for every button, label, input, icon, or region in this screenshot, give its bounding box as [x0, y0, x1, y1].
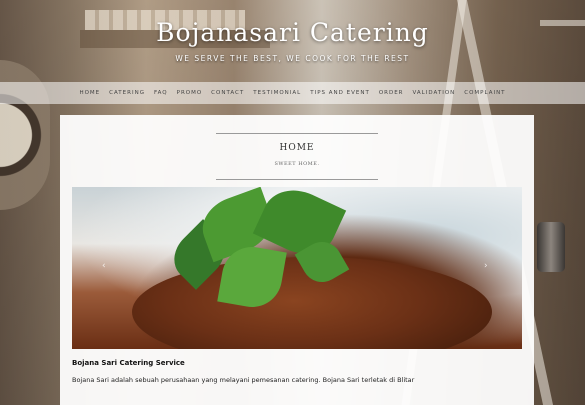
site-tagline: WE SERVE THE BEST, WE COOK FOR THE REST [175, 54, 410, 63]
nav-tips-and-event[interactable]: TIPS AND EVENT [310, 90, 370, 96]
nav-catering[interactable]: CATERING [109, 90, 145, 96]
nav-order[interactable]: ORDER [379, 90, 404, 96]
title-divider-bottom [216, 179, 378, 180]
content-text: Bojana Sari adalah sebuah perusahaan yan… [72, 376, 415, 384]
title-divider-top [216, 133, 378, 134]
page-subtitle: SWEET HOME. [274, 161, 320, 167]
slider-next-icon[interactable]: › [484, 261, 488, 271]
content-heading: Bojana Sari Catering Service [72, 359, 185, 367]
nav-home[interactable]: HOME [79, 90, 100, 96]
nav-faq[interactable]: FAQ [154, 90, 168, 96]
nav-validation[interactable]: VALIDATION [413, 90, 456, 96]
nav-complaint[interactable]: COMPLAINT [464, 90, 505, 96]
main-navigation: HOME CATERING FAQ PROMO CONTACT TESTIMON… [0, 82, 585, 104]
nav-promo[interactable]: PROMO [177, 90, 203, 96]
nav-testimonial[interactable]: TESTIMONIAL [253, 90, 301, 96]
nav-contact[interactable]: CONTACT [211, 90, 244, 96]
slider-prev-icon[interactable]: ‹ [102, 261, 106, 271]
page-title: HOME [279, 143, 315, 153]
site-title[interactable]: Bojanasari Catering [0, 18, 585, 47]
content-panel: HOME SWEET HOME. ‹ › Bojana Sari Caterin… [60, 115, 534, 405]
background-jar [537, 222, 565, 272]
image-slider[interactable]: ‹ › [72, 187, 522, 349]
